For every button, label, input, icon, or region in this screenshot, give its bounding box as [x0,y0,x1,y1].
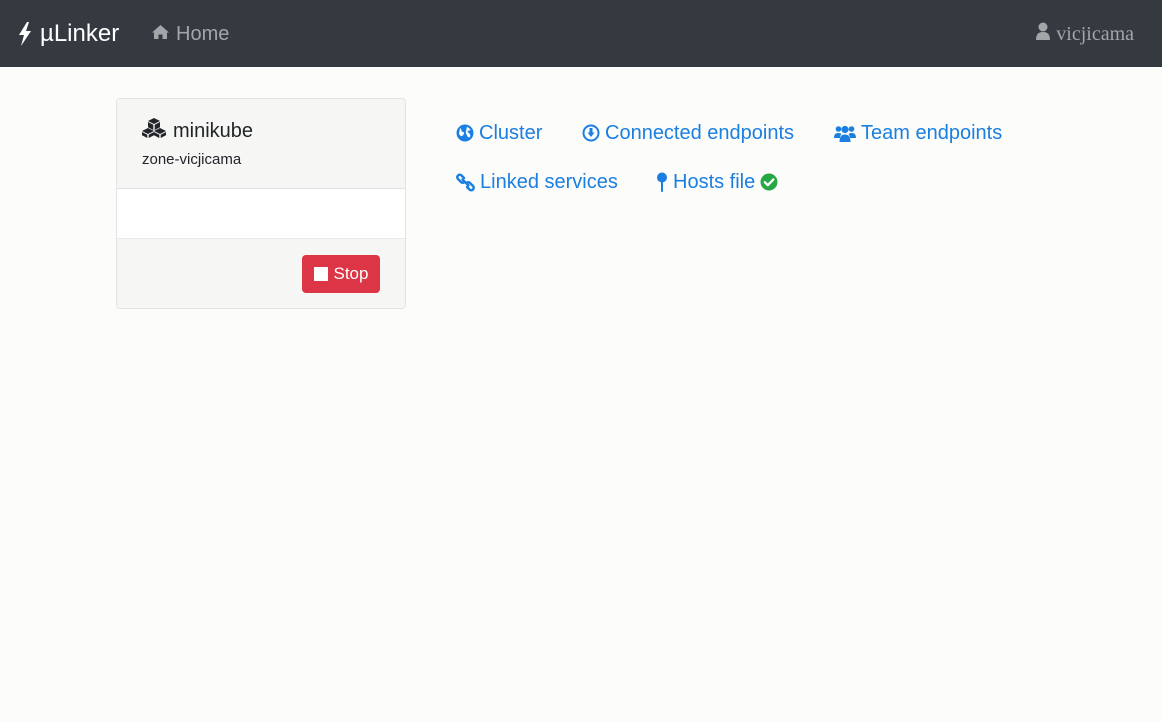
stop-icon [313,267,328,281]
link-icon [456,173,475,192]
home-icon [151,23,170,46]
team-endpoints-link[interactable]: Team endpoints [834,120,1002,146]
connected-endpoints-label: Connected endpoints [605,121,795,144]
cluster-title: minikube [142,118,380,144]
stop-button[interactable]: Stop [302,255,380,293]
nav-home-label: Home [176,22,230,45]
cluster-link-label: Cluster [479,121,543,144]
cluster-card-footer: Stop [117,238,405,308]
download-circle-icon [582,124,600,142]
map-pin-icon [656,172,668,192]
brand-name: µLinker [40,20,120,47]
hosts-file-link[interactable]: Hosts file [656,169,778,195]
linked-services-label: Linked services [480,170,618,193]
cluster-link[interactable]: Cluster [456,120,542,146]
hosts-file-label: Hosts file [673,170,756,193]
linked-services-link[interactable]: Linked services [456,169,618,195]
nav-home-link[interactable]: Home [151,20,229,48]
cubes-icon [142,118,166,144]
cluster-card-header: minikube zone-vicjicama [117,99,405,189]
user-icon [1036,22,1051,46]
users-icon [834,124,856,142]
cluster-card: minikube zone-vicjicama Stop [116,98,406,309]
cluster-zone: zone-vicjicama [142,151,242,168]
nav-user-menu[interactable]: vicjicama [1036,20,1134,48]
brand-link[interactable]: µLinker [18,17,119,51]
team-endpoints-label: Team endpoints [861,121,1003,144]
stop-button-label: Stop [333,264,369,283]
top-navbar: µLinker Home vicjicama [0,0,1162,67]
cluster-name: minikube [173,119,254,142]
connected-endpoints-link[interactable]: Connected endpoints [582,120,794,146]
bolt-icon [18,22,32,46]
cluster-card-body [117,189,405,239]
globe-icon [456,124,474,142]
nav-user-name: vicjicama [1056,22,1134,45]
check-circle-icon [760,173,778,191]
